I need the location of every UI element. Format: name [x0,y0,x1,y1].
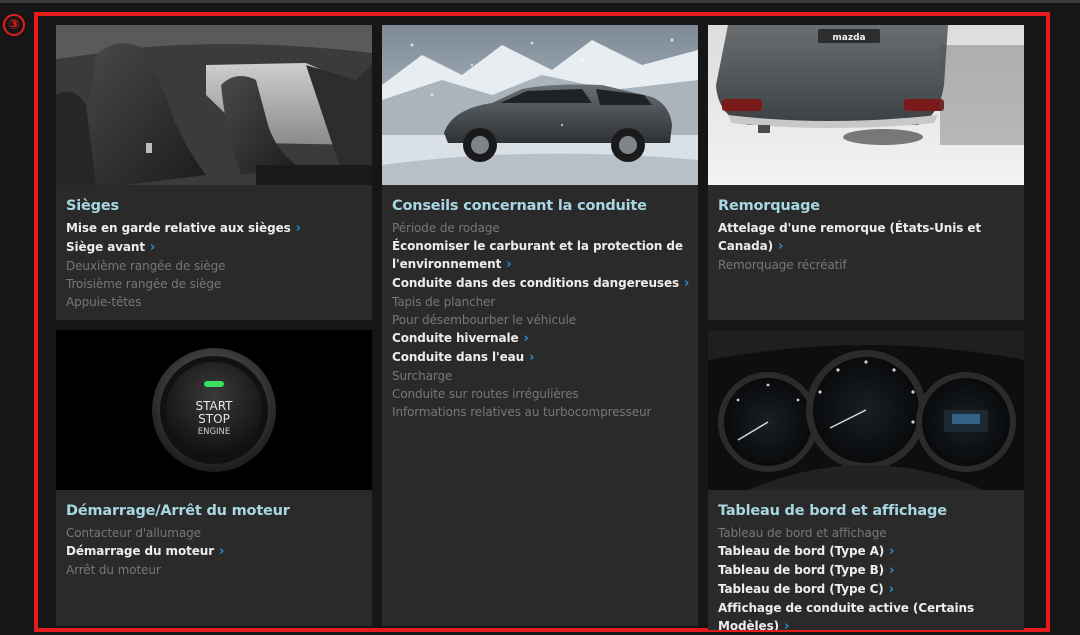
list-item-mise-en-garde[interactable]: Mise en garde relative aux sièges › [66,219,366,238]
list-item-remorquage-recreatif: Remorquage récréatif [718,256,1018,274]
towing-image[interactable]: mazda [708,25,1024,185]
chevron-right-icon: › [295,221,301,236]
start-stop-image[interactable]: START STOP ENGINE [56,330,372,490]
card-remorquage: mazda Remorquage Attelage d'une remorque… [708,25,1024,320]
item-label: Conduite dans l'eau [392,350,525,364]
list-item-turbocompresseur: Informations relatives au turbocompresse… [392,403,692,421]
card-title: Tableau de bord et affichage [718,503,947,519]
button-text-start: START [195,399,233,413]
item-label: Tableau de bord (Type B) [718,563,885,577]
list-item-contacteur: Contacteur d'allumage [66,524,366,542]
link-list: Tableau de bord et affichage Tableau de … [718,524,1018,630]
chevron-right-icon: › [506,257,512,272]
chevron-right-icon: › [889,563,895,578]
mazda-badge: mazda [832,33,865,43]
list-item-type-b[interactable]: Tableau de bord (Type B) › [718,561,1018,580]
list-item-surcharge: Surcharge [392,367,692,385]
list-item-affichage-conduite-active[interactable]: Affichage de conduite active (Certains M… [718,599,1018,630]
annotation-marker: ③ [3,14,25,36]
list-item-routes-irregulieres: Conduite sur routes irrégulières [392,385,692,403]
item-label: Deuxième rangée de siège [66,259,226,273]
button-text-stop: STOP [198,412,230,426]
card-title: Sièges [66,198,119,214]
item-label: Économiser le carburant et la protection… [392,239,683,271]
list-item-siege-avant[interactable]: Siège avant › [66,238,366,257]
list-item-arret-moteur: Arrêt du moteur [66,561,366,579]
list-item-type-c[interactable]: Tableau de bord (Type C) › [718,580,1018,599]
item-label: Tableau de bord (Type C) [718,582,884,596]
link-list: Contacteur d'allumage Démarrage du moteu… [66,524,366,579]
chevron-right-icon: › [888,582,894,597]
item-label: Informations relatives au turbocompresse… [392,405,652,419]
item-label: Affichage de conduite active (Certains M… [718,601,974,630]
item-label: Conduite hivernale [392,331,519,345]
list-item-tableau-affichage: Tableau de bord et affichage [718,524,1018,542]
chevron-right-icon: › [784,619,790,630]
item-label: Tapis de plancher [392,295,496,309]
item-label: Mise en garde relative aux sièges [66,221,291,235]
item-label: Démarrage du moteur [66,544,215,558]
card-tableau: Tableau de bord et affichage Tableau de … [708,330,1024,630]
item-label: Arrêt du moteur [66,563,161,577]
chevron-right-icon: › [889,544,895,559]
card-title: Remorquage [718,198,820,214]
card-demarrage: START STOP ENGINE Démarrage/Arrêt du mot… [56,330,372,626]
chevron-right-icon: › [684,276,690,291]
link-list: Attelage d'une remorque (États-Unis et C… [718,219,1018,274]
button-text-engine: ENGINE [198,427,231,437]
item-label: Appuie-têtes [66,295,142,309]
card-conduite: Conseils concernant la conduite Période … [382,25,698,626]
list-item-troisieme-rangee: Troisième rangée de siège [66,275,366,293]
chevron-right-icon: › [219,544,225,559]
item-label: Remorquage récréatif [718,258,847,272]
list-item-demarrage-moteur[interactable]: Démarrage du moteur › [66,542,366,561]
item-label: Contacteur d'allumage [66,526,201,540]
list-item-conditions-dangereuses[interactable]: Conduite dans des conditions dangereuses… [392,274,692,293]
winter-driving-image[interactable] [382,25,698,185]
list-item-rodage: Période de rodage [392,219,692,237]
list-item-economiser-carburant[interactable]: Économiser le carburant et la protection… [392,237,692,274]
top-border [0,0,1080,3]
chevron-right-icon: › [778,239,784,254]
card-sieges: Sièges Mise en garde relative aux sièges… [56,25,372,320]
indicator-light-icon [204,381,224,387]
item-label: Surcharge [392,369,453,383]
list-item-attelage-remorque[interactable]: Attelage d'une remorque (États-Unis et C… [718,219,1018,256]
link-list: Mise en garde relative aux sièges › Siège… [66,219,366,311]
list-item-hivernale[interactable]: Conduite hivernale › [392,329,692,348]
item-label: Période de rodage [392,221,500,235]
item-label: Siège avant [66,240,145,254]
link-list: Période de rodage Économiser le carburan… [392,219,692,421]
list-item-deuxieme-rangee: Deuxième rangée de siège [66,257,366,275]
item-label: Troisième rangée de siège [66,277,222,291]
list-item-type-a[interactable]: Tableau de bord (Type A) › [718,542,1018,561]
card-title: Conseils concernant la conduite [392,198,647,214]
seats-image[interactable] [56,25,372,185]
list-item-eau[interactable]: Conduite dans l'eau › [392,348,692,367]
chevron-right-icon: › [523,331,529,346]
dashboard-image[interactable] [708,330,1024,490]
list-item-tapis: Tapis de plancher [392,293,692,311]
chevron-right-icon: › [150,240,156,255]
item-label: Conduite dans des conditions dangereuses [392,276,680,290]
chevron-right-icon: › [529,350,535,365]
list-item-appuie-tetes: Appuie-têtes [66,293,366,311]
item-label: Tableau de bord (Type A) [718,544,885,558]
item-label: Attelage d'une remorque (États-Unis et C… [718,221,982,253]
list-item-desembourber: Pour désembourber le véhicule [392,311,692,329]
item-label: Pour désembourber le véhicule [392,313,577,327]
card-title: Démarrage/Arrêt du moteur [66,503,290,519]
item-label: Tableau de bord et affichage [718,526,887,540]
item-label: Conduite sur routes irrégulières [392,387,579,401]
